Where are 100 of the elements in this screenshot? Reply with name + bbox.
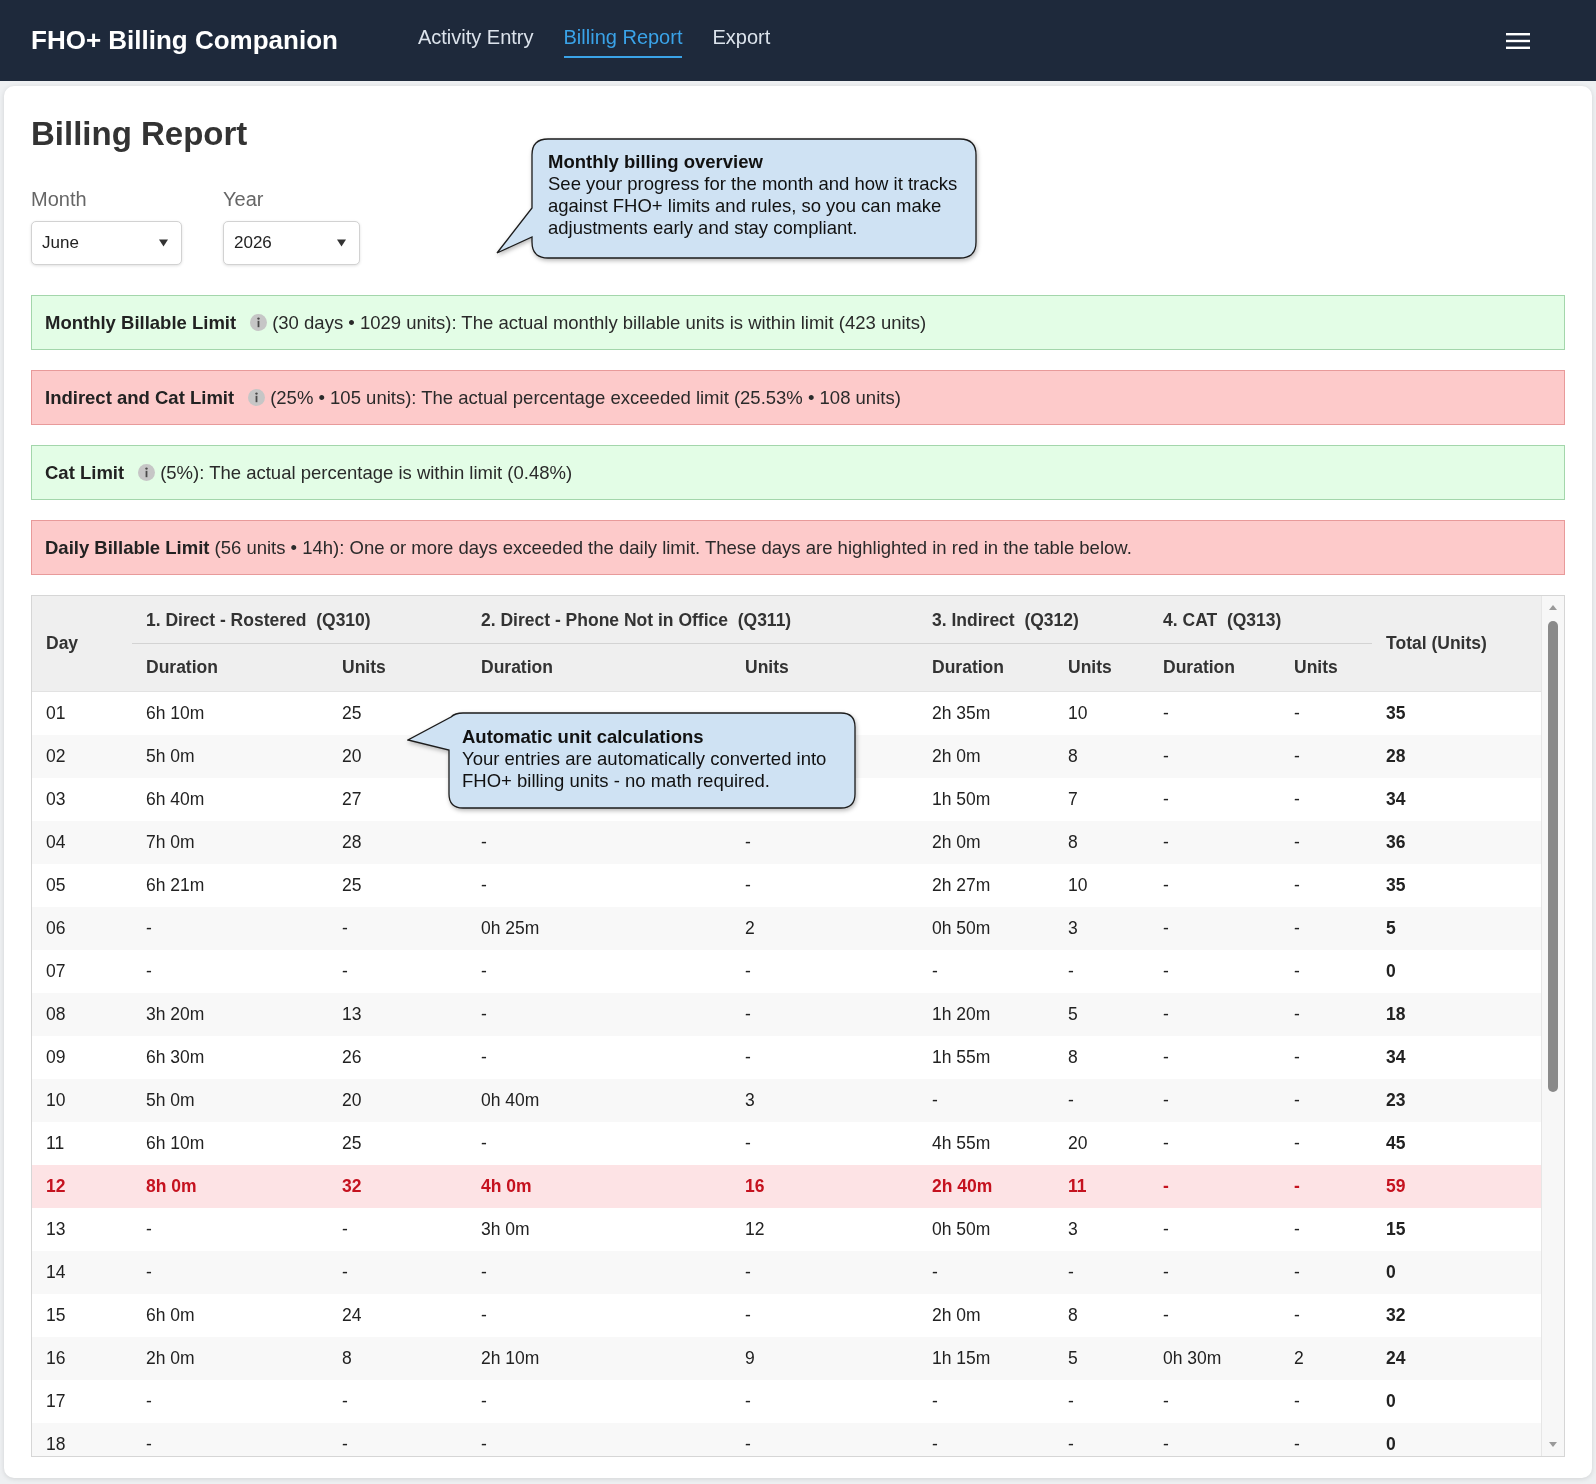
table-cell: - (918, 1422, 1054, 1456)
table-cell: 17 (32, 1379, 132, 1423)
table-cell: 8 (1054, 1035, 1150, 1079)
table-cell: 23 (1372, 1078, 1541, 1122)
table-cell: - (1280, 777, 1373, 821)
table-cell: - (731, 949, 918, 993)
table-cell: 24 (1372, 1336, 1541, 1380)
table-cell: - (731, 1035, 918, 1079)
table-cell: 25 (328, 863, 467, 907)
scrollbar-thumb[interactable] (1548, 621, 1558, 1092)
dropdown[interactable]: June (31, 221, 182, 265)
table-cell: - (731, 820, 918, 864)
column-group-header: 1. Direct - Rostered (Q310) (132, 596, 467, 644)
table-cell: - (1280, 992, 1373, 1036)
info-icon[interactable] (250, 314, 268, 331)
table-cell: 2 (1280, 1336, 1373, 1380)
table-cell: 5 (1054, 1336, 1150, 1380)
column-group-header: 3. Indirect (Q312) (918, 596, 1150, 644)
table-cell: 07 (32, 949, 132, 993)
table-cell: - (731, 1121, 918, 1165)
table-cell: - (1149, 1422, 1281, 1456)
table-cell: 34 (1372, 777, 1541, 821)
column-header: Duration (918, 644, 1054, 692)
alert-title: Daily Billable Limit (45, 536, 210, 559)
alert-text: (5%): The actual percentage is within limit (0.48%) (160, 461, 573, 484)
table-cell: - (1280, 1207, 1373, 1251)
column-group-header: 4. CAT (Q313) (1149, 596, 1373, 644)
scroll-up-icon[interactable] (1549, 605, 1557, 610)
table-cell: 2h 0m (918, 734, 1054, 778)
scrollbar[interactable] (1541, 596, 1564, 1456)
table-cell: - (918, 949, 1054, 993)
table-cell: 02 (32, 734, 132, 778)
table-cell: 12 (32, 1164, 132, 1208)
table-cell: - (1280, 1078, 1373, 1122)
callout-title: Monthly billing overview (548, 151, 764, 173)
table-cell: 45 (1372, 1121, 1541, 1165)
table-cell: 6h 10m (132, 1121, 328, 1165)
table-cell: 3 (731, 1078, 918, 1122)
table-cell: - (1280, 1164, 1373, 1208)
table-cell: - (467, 1293, 731, 1337)
table-cell: - (132, 1207, 328, 1251)
table-cell: - (1149, 949, 1281, 993)
table-cell: 10 (1054, 863, 1150, 907)
table-cell: - (1149, 1121, 1281, 1165)
table-cell: 0 (1372, 1250, 1541, 1294)
table-cell: - (1280, 1379, 1373, 1423)
column-group-header: 2. Direct - Phone Not in Office (Q311) (467, 596, 918, 644)
table-cell: 3 (1054, 1207, 1150, 1251)
app-title: FHO+ Billing Companion (31, 25, 338, 56)
table-cell: - (1149, 906, 1281, 950)
table-cell: - (1149, 992, 1281, 1036)
table-cell: 8 (328, 1336, 467, 1380)
table-cell: 34 (1372, 1035, 1541, 1079)
table-cell: - (1149, 820, 1281, 864)
table-cell: - (1054, 1078, 1150, 1122)
table-cell: 20 (328, 1078, 467, 1122)
table-cell: - (467, 863, 731, 907)
table-cell: - (1280, 1035, 1373, 1079)
column-header: Duration (132, 644, 328, 692)
scroll-down-icon[interactable] (1549, 1442, 1557, 1447)
table-cell: - (1280, 820, 1373, 864)
table-cell: 2h 0m (132, 1336, 328, 1380)
column-header: Units (1054, 644, 1150, 692)
table-cell: 6h 10m (132, 691, 328, 735)
table-cell: - (731, 863, 918, 907)
table-cell: 16 (731, 1164, 918, 1208)
nav-tab[interactable]: Activity Entry (417, 26, 534, 58)
info-icon[interactable] (248, 389, 266, 406)
table-cell: 5 (1372, 906, 1541, 950)
menu-icon[interactable] (1506, 32, 1530, 49)
table-cell: 0 (1372, 949, 1541, 993)
table-cell: 6h 0m (132, 1293, 328, 1337)
table-cell: 1h 20m (918, 992, 1054, 1036)
table-cell: 7 (1054, 777, 1150, 821)
table-cell: - (918, 1379, 1054, 1423)
table-cell: 12 (731, 1207, 918, 1251)
table-cell: 16 (32, 1336, 132, 1380)
table-cell: - (1149, 734, 1281, 778)
table-cell: - (467, 992, 731, 1036)
caret-icon (337, 239, 346, 247)
table-cell: 06 (32, 906, 132, 950)
table-cell: 11 (1054, 1164, 1150, 1208)
column-header: Total (Units) (1372, 596, 1541, 692)
info-icon[interactable] (138, 464, 156, 481)
nav-tab[interactable]: Billing Report (563, 26, 683, 58)
table-cell: - (1149, 1035, 1281, 1079)
table-cell: 6h 21m (132, 863, 328, 907)
table-cell: 3h 20m (132, 992, 328, 1036)
table-cell: 24 (328, 1293, 467, 1337)
alert-text: (30 days • 1029 units): The actual monthly billable units is within limit (423 units) (272, 311, 927, 334)
table-cell: - (1149, 777, 1281, 821)
table-cell: 35 (1372, 863, 1541, 907)
filter-label: Month (31, 188, 87, 210)
table-cell: - (731, 992, 918, 1036)
table-cell: 14 (32, 1250, 132, 1294)
table-cell: 8h 0m (132, 1164, 328, 1208)
nav-tab[interactable]: Export (712, 26, 771, 58)
dropdown[interactable]: 2026 (223, 221, 360, 265)
table-cell: - (328, 1250, 467, 1294)
alert-title: Monthly Billable Limit (45, 311, 237, 334)
